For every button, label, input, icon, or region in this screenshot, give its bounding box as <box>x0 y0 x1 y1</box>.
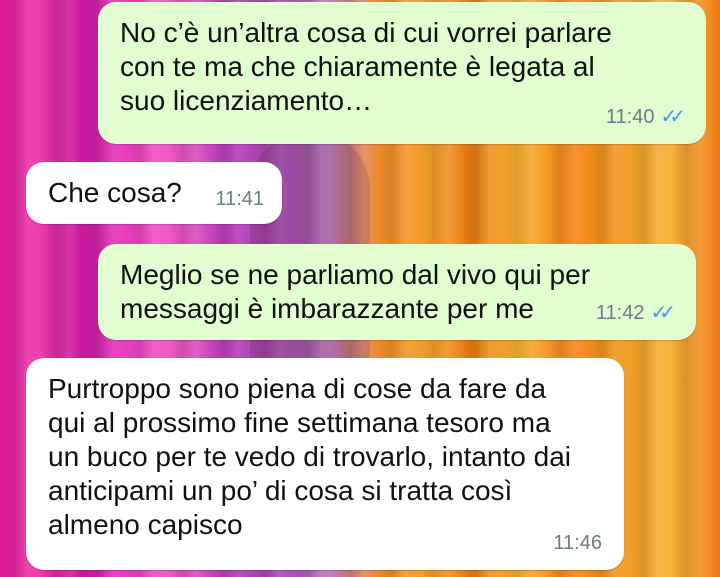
message-bubble-outgoing[interactable]: Meglio se ne parliamo dal vivo qui per m… <box>98 244 696 340</box>
message-text: Purtroppo sono piena di cose da fare da … <box>48 373 572 540</box>
message-timestamp: 11:46 <box>553 532 602 554</box>
message-timestamp: 11:41 <box>215 188 264 210</box>
message-timestamp: 11:40 <box>605 106 655 128</box>
message-bubble-incoming[interactable]: Purtroppo sono piena di cose da fare da … <box>26 358 624 570</box>
message-meta: 11:46 <box>553 526 602 560</box>
message-text: No c’è un’altra cosa di cui vorrei parla… <box>120 17 612 116</box>
double-check-read-icon: ✓✓ <box>660 106 685 128</box>
message-meta: 11:40 ✓✓ <box>605 100 686 134</box>
message-bubble-incoming[interactable]: Che cosa? 11:41 <box>26 162 282 224</box>
double-check-read-icon: ✓✓ <box>650 302 675 324</box>
message-meta: 11:42 ✓✓ <box>595 296 676 330</box>
message-timestamp: 11:42 <box>595 302 645 324</box>
message-text: Meglio se ne parliamo dal vivo qui per m… <box>120 259 591 324</box>
message-bubble-outgoing[interactable]: No c’è un’altra cosa di cui vorrei parla… <box>98 2 706 144</box>
